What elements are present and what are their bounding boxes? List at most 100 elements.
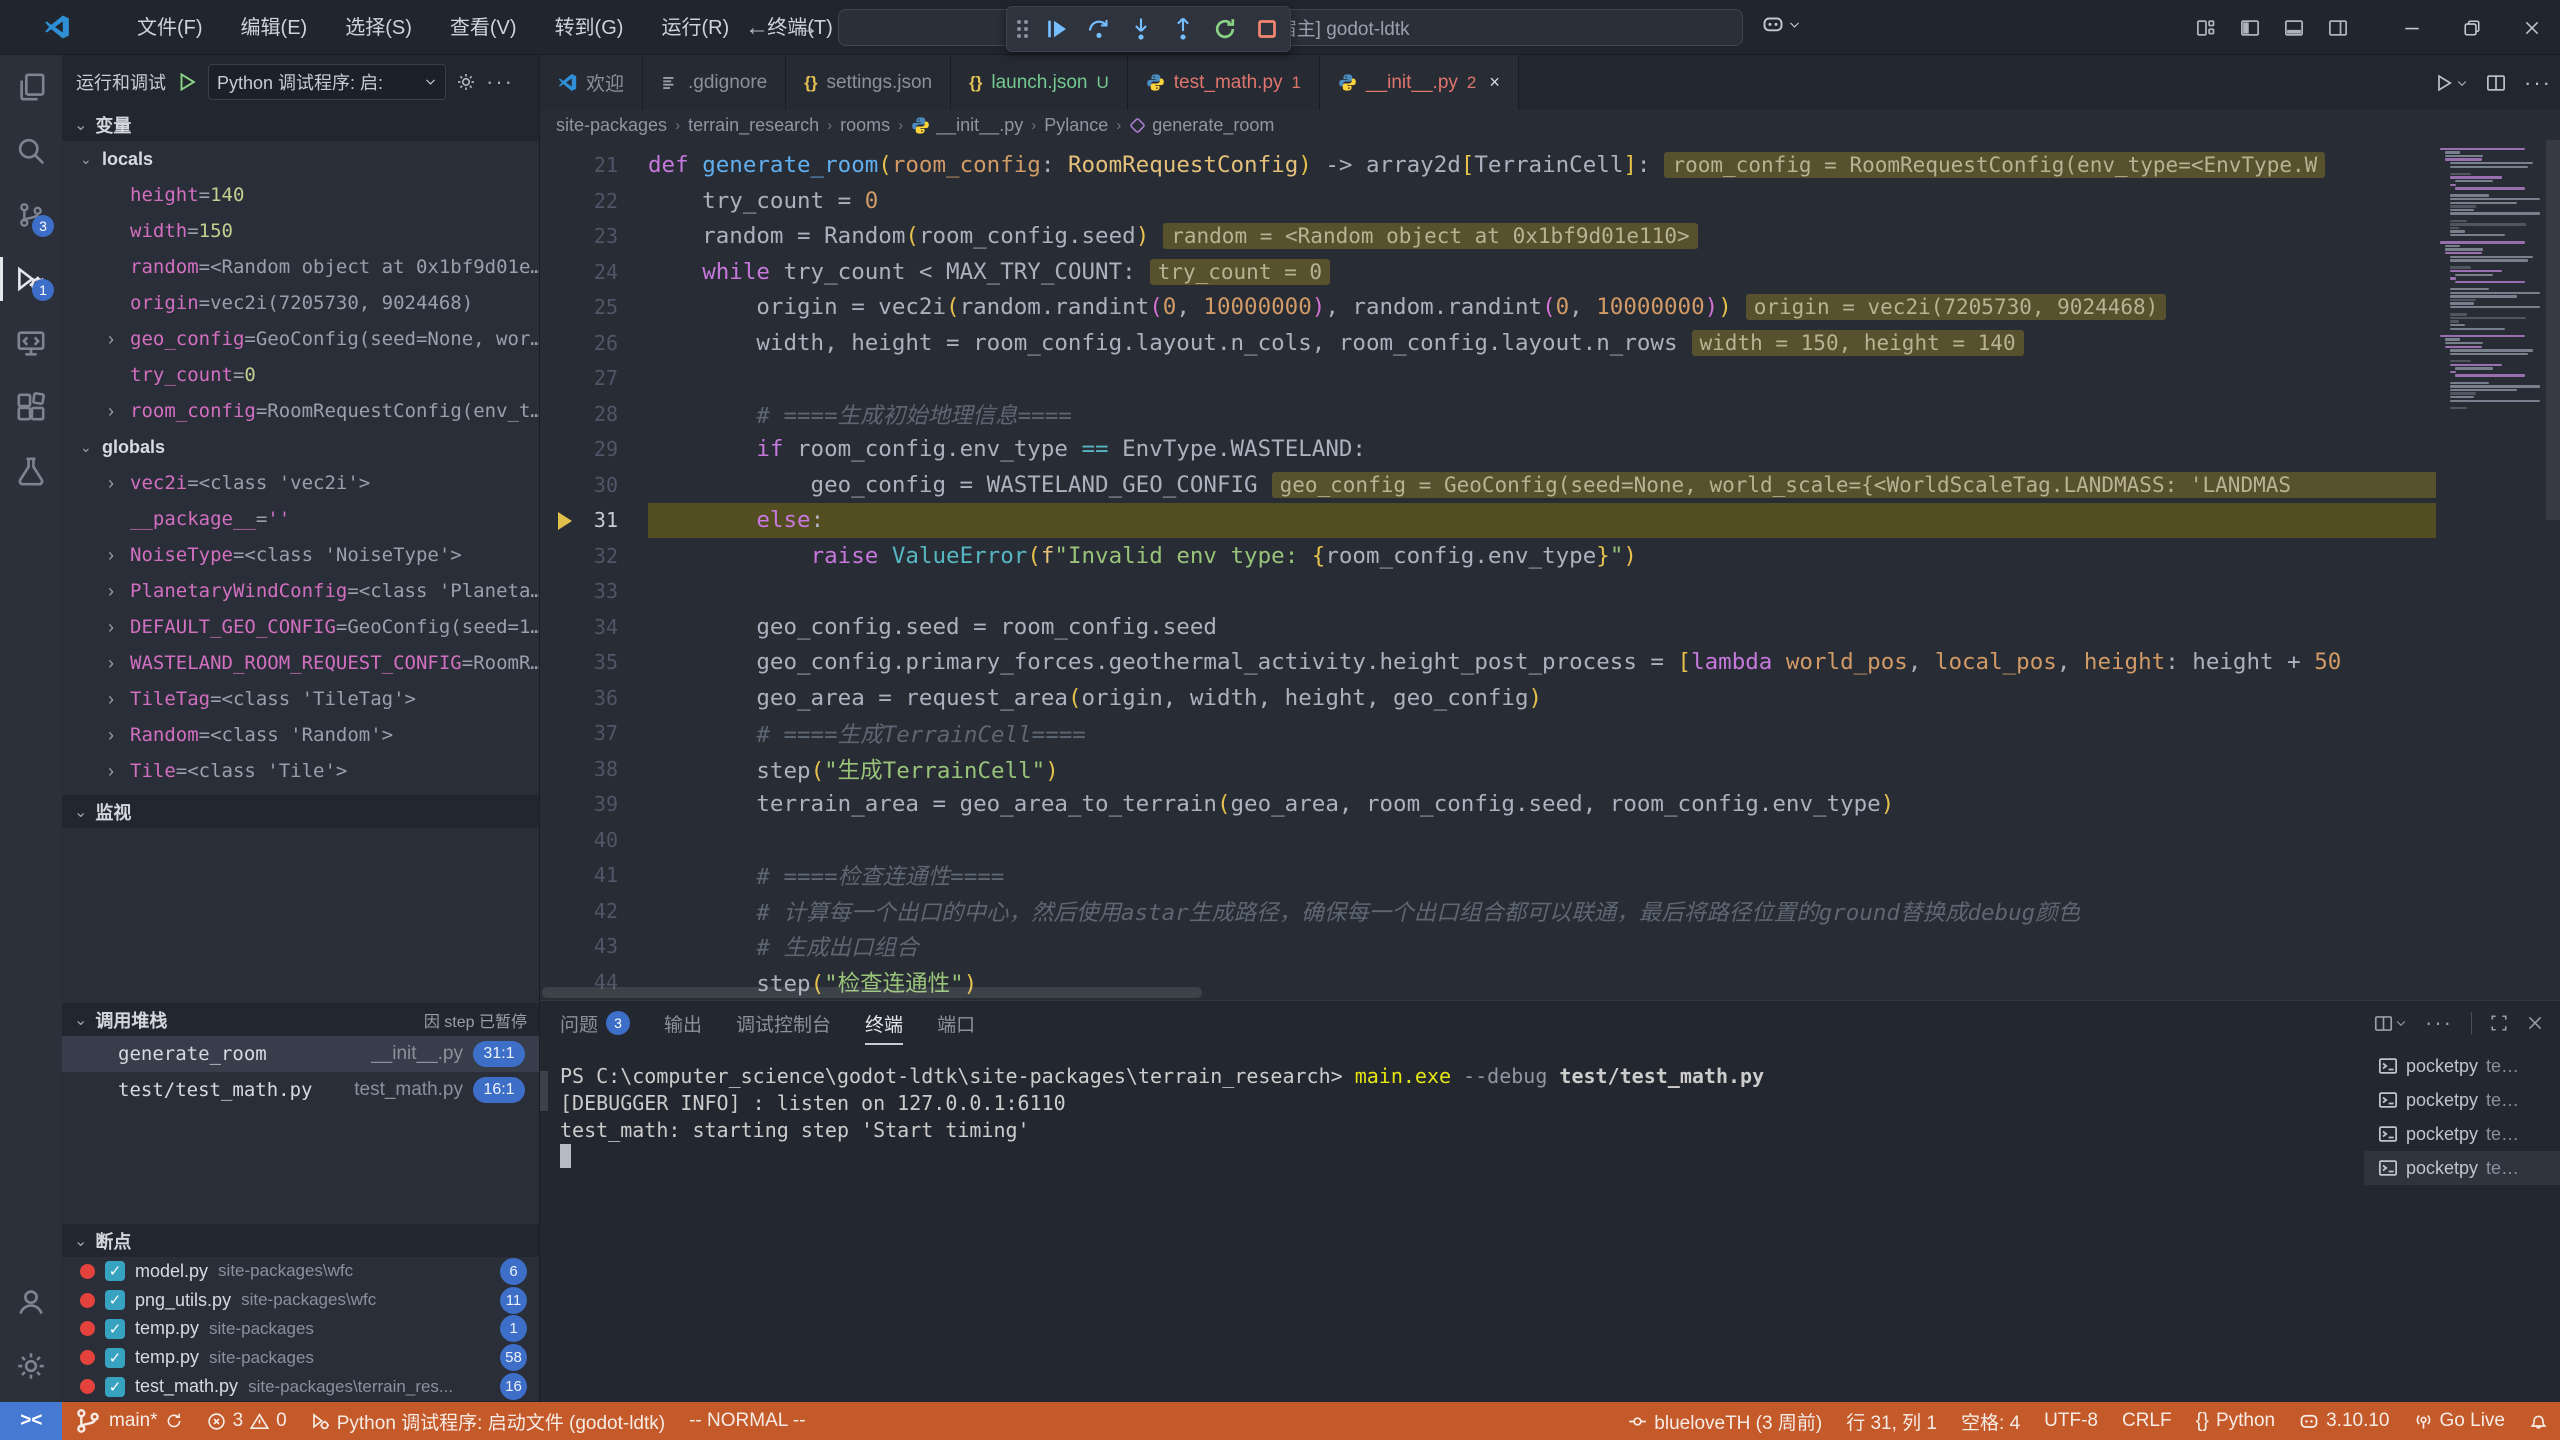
breakpoint-checkbox[interactable]: ✓ <box>105 1261 125 1281</box>
activity-run-debug[interactable]: 1 <box>0 247 62 311</box>
breakpoint-checkbox[interactable]: ✓ <box>105 1377 125 1397</box>
statusbar-vim-mode[interactable]: -- NORMAL -- <box>677 1402 817 1440</box>
variable-row[interactable]: ›room_config = RoomRequestConfig(env_t… <box>62 393 539 429</box>
menu-转到G[interactable]: 转到(G) <box>536 8 643 48</box>
breakpoint-row[interactable]: ✓temp.pysite-packages1 <box>62 1315 539 1344</box>
more-actions-icon[interactable]: ··· <box>486 69 514 95</box>
activity-source-control[interactable]: 3 <box>0 183 62 247</box>
debug-step-into-button[interactable] <box>1128 16 1154 42</box>
code-line-41[interactable]: 41 # ====检查连通性==== <box>540 858 2436 894</box>
code-line-29[interactable]: 29 if room_config.env_type == EnvType.WA… <box>540 432 2436 468</box>
activity-search[interactable] <box>0 119 62 183</box>
code-line-37[interactable]: 37 # ====生成TerrainCell==== <box>540 716 2436 752</box>
breakpoint-row[interactable]: ✓temp.pysite-packages58 <box>62 1343 539 1372</box>
code-line-30[interactable]: 30 geo_config = WASTELAND_GEO_CONFIGgeo_… <box>540 467 2436 503</box>
terminal-instance[interactable]: pocketpyte… <box>2364 1049 2560 1083</box>
variable-row[interactable]: height = 140 <box>62 177 539 213</box>
terminal-instance[interactable]: pocketpyte… <box>2364 1083 2560 1117</box>
breadcrumb[interactable]: site-packages›terrain_research›rooms›__i… <box>540 110 2560 140</box>
terminal-output[interactable]: PS C:\computer_science\godot-ldtk\site-p… <box>560 1063 2360 1402</box>
drag-handle-icon[interactable] <box>1017 20 1028 38</box>
statusbar-notifications[interactable] <box>2517 1402 2560 1440</box>
editor-vertical-scrollbar[interactable] <box>2546 140 2560 520</box>
tab-settings-json[interactable]: {}settings.json <box>786 55 951 110</box>
scope-locals[interactable]: ⌄locals <box>62 141 539 177</box>
start-debug-button[interactable] <box>176 71 198 93</box>
statusbar-eol[interactable]: CRLF <box>2110 1402 2184 1440</box>
code-line-21[interactable]: 21def generate_room(room_config: RoomReq… <box>540 148 2436 184</box>
activity-testing[interactable] <box>0 439 62 503</box>
callstack-frame[interactable]: test/test_math.pytest_math.py16:1 <box>62 1072 539 1108</box>
debug-restart-button[interactable] <box>1212 16 1238 42</box>
activity-extensions[interactable] <box>0 375 62 439</box>
activity-explorer[interactable] <box>0 55 62 119</box>
code-line-26[interactable]: 26 width, height = room_config.layout.n_… <box>540 325 2436 361</box>
toggle-sidebar-button[interactable] <box>2240 18 2260 38</box>
code-line-22[interactable]: 22 try_count = 0 <box>540 183 2436 219</box>
tab--gdignore[interactable]: .gdignore <box>643 55 786 110</box>
editor-horizontal-scrollbar[interactable] <box>542 987 1202 998</box>
statusbar-encoding[interactable]: UTF-8 <box>2032 1402 2110 1440</box>
code-line-24[interactable]: 24 while try_count < MAX_TRY_COUNT:try_c… <box>540 254 2436 290</box>
toggle-secondary-sidebar-button[interactable] <box>2328 18 2348 38</box>
code-editor[interactable]: 2021def generate_room(room_config: RoomR… <box>540 140 2560 1000</box>
statusbar-indentation[interactable]: 空格: 4 <box>1949 1402 2032 1440</box>
nav-forward-button[interactable]: → <box>795 14 819 42</box>
breadcrumb-item[interactable]: Pylance <box>1044 115 1108 136</box>
breadcrumb-item[interactable]: terrain_research <box>688 115 819 136</box>
menu-选择S[interactable]: 选择(S) <box>326 8 431 48</box>
statusbar-git-branch[interactable]: main* <box>62 1402 195 1440</box>
toggle-panel-button[interactable] <box>2284 18 2304 38</box>
statusbar-cursor-position[interactable]: 行 31, 列 1 <box>1834 1402 1949 1440</box>
minimap[interactable] <box>2436 140 2546 1000</box>
variable-row[interactable]: ›NoiseType = <class 'NoiseType'> <box>62 537 539 573</box>
tab--[interactable]: 欢迎 <box>540 55 643 110</box>
code-line-42[interactable]: 42 # 计算每一个出口的中心，然后使用astar生成路径，确保每一个出口组合都… <box>540 893 2436 929</box>
code-line-31[interactable]: 31 else: <box>540 503 2436 539</box>
statusbar-go-live[interactable]: Go Live <box>2402 1402 2517 1440</box>
panel-scrollbar[interactable] <box>540 1071 548 1111</box>
breakpoint-row[interactable]: ✓test_math.pysite-packages\terrain_res..… <box>62 1372 539 1401</box>
code-line-23[interactable]: 23 random = Random(room_config.seed)rand… <box>540 219 2436 255</box>
statusbar-git-commit[interactable]: blueloveTH (3 周前) <box>1616 1402 1834 1440</box>
debug-step-over-button[interactable] <box>1086 16 1112 42</box>
menu-编辑E[interactable]: 编辑(E) <box>222 8 327 48</box>
panel-tab-终端[interactable]: 终端 <box>865 1001 903 1045</box>
statusbar-problems[interactable]: 30 <box>195 1402 299 1440</box>
breadcrumb-item[interactable]: rooms <box>840 115 890 136</box>
panel-tab-问题[interactable]: 问题3 <box>560 1001 630 1045</box>
minimize-button[interactable] <box>2382 0 2442 55</box>
terminal-instance[interactable]: pocketpyte… <box>2364 1117 2560 1151</box>
variable-row[interactable]: ›Random = <class 'Random'> <box>62 717 539 753</box>
statusbar-python-version[interactable]: 3.10.10 <box>2287 1402 2401 1440</box>
callstack-frame[interactable]: generate_room__init__.py31:1 <box>62 1036 539 1072</box>
callstack-section-header[interactable]: ⌄调用堆栈 因 step 已暂停 <box>62 1003 539 1036</box>
code-line-40[interactable]: 40 <box>540 822 2436 858</box>
debug-config-dropdown[interactable]: Python 调试程序: 启: <box>208 64 446 100</box>
breadcrumb-item[interactable]: __init__.py <box>911 115 1023 136</box>
close-panel-button[interactable] <box>2526 1014 2544 1032</box>
tab-launch-json[interactable]: {}launch.jsonU <box>951 55 1128 110</box>
code-line-35[interactable]: 35 geo_config.primary_forces.geothermal_… <box>540 645 2436 681</box>
customize-layout-button[interactable] <box>2196 18 2216 38</box>
menu-文件F[interactable]: 文件(F) <box>118 8 222 48</box>
split-terminal-button[interactable] <box>2374 1014 2407 1033</box>
debug-settings-gear-icon[interactable] <box>456 72 476 92</box>
menu-运行R[interactable]: 运行(R) <box>642 8 748 48</box>
variable-row[interactable]: width = 150 <box>62 213 539 249</box>
code-line-27[interactable]: 27 <box>540 361 2436 397</box>
variables-section-header[interactable]: ⌄变量 <box>62 108 539 141</box>
breakpoint-checkbox[interactable]: ✓ <box>105 1319 125 1339</box>
code-line-20[interactable]: 20 <box>540 140 2436 148</box>
variable-row[interactable]: MAX_TRY_COUNT = 1000 <box>62 789 539 795</box>
activity-remote-explorer[interactable] <box>0 311 62 375</box>
code-line-38[interactable]: 38 step("生成TerrainCell") <box>540 751 2436 787</box>
variable-row[interactable]: ›DEFAULT_GEO_CONFIG = GeoConfig(seed=1… <box>62 609 539 645</box>
breakpoint-checkbox[interactable]: ✓ <box>105 1290 125 1310</box>
nav-back-button[interactable]: ← <box>745 14 769 42</box>
statusbar-language-mode[interactable]: {}Python <box>2184 1402 2288 1440</box>
scope-globals[interactable]: ⌄globals <box>62 429 539 465</box>
code-line-25[interactable]: 25 origin = vec2i(random.randint(0, 1000… <box>540 290 2436 326</box>
watch-section-header[interactable]: ⌄监视 <box>62 795 539 828</box>
breakpoint-row[interactable]: ✓png_utils.pysite-packages\wfc11 <box>62 1286 539 1315</box>
